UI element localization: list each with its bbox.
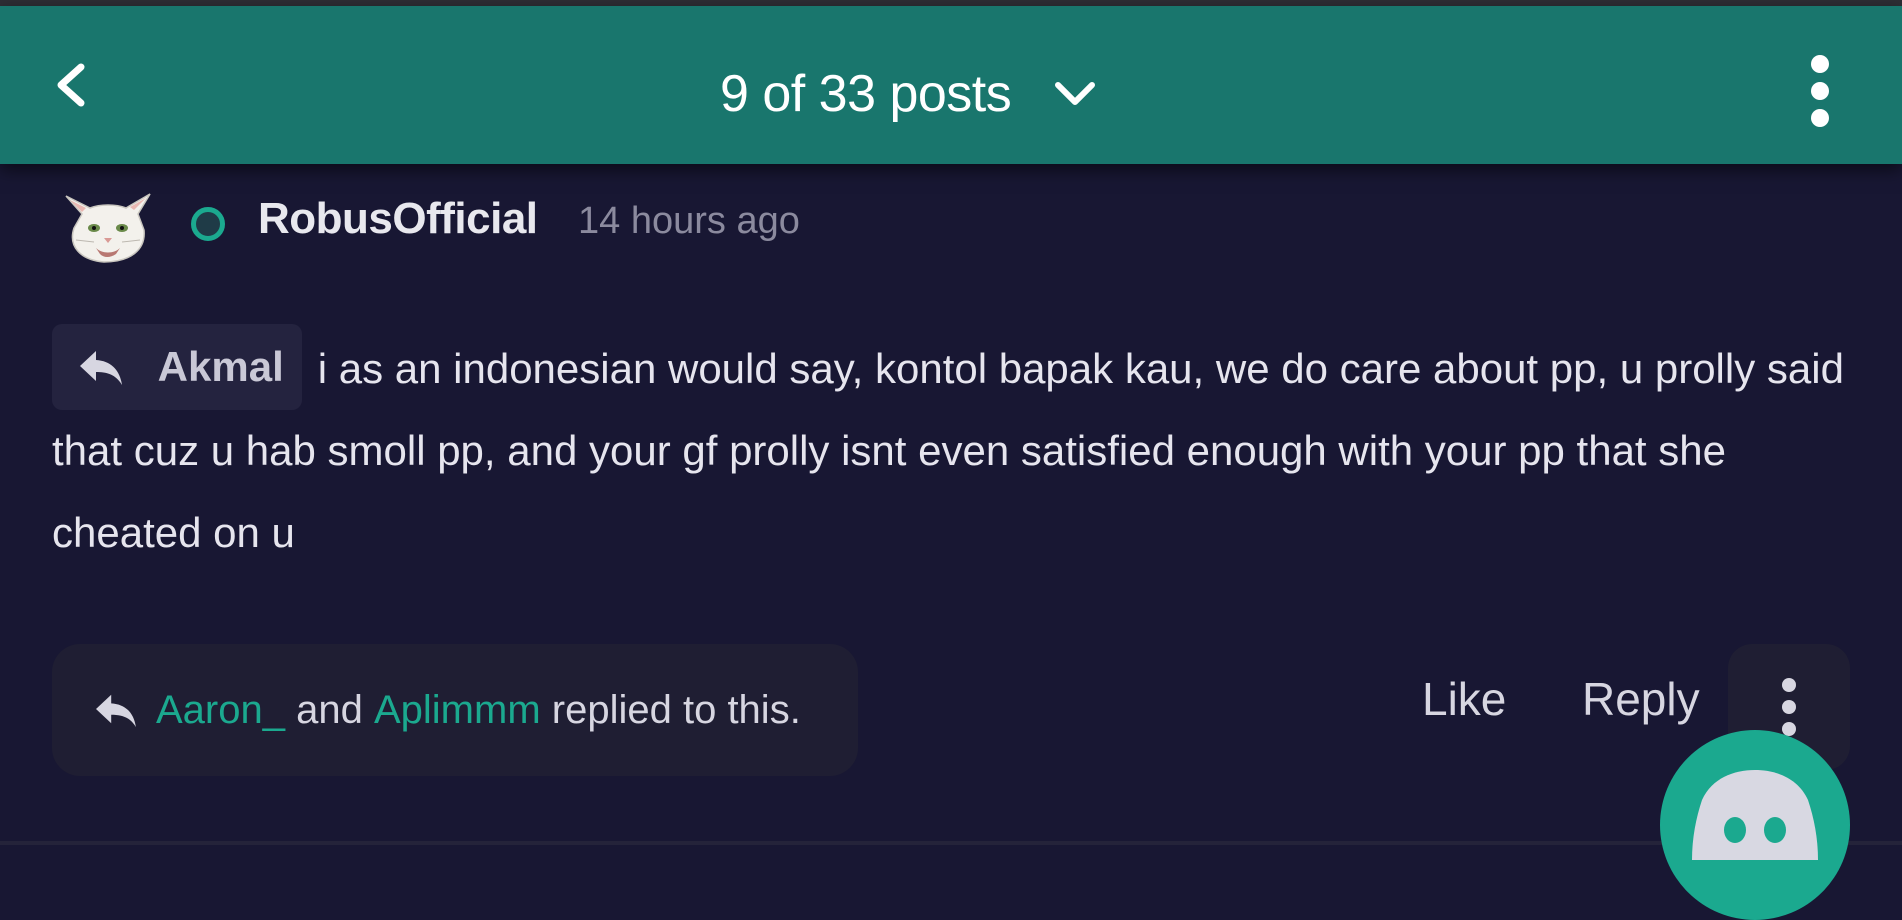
post-divider (0, 841, 1902, 845)
vertical-ellipsis-icon (1811, 55, 1829, 127)
replies-summary[interactable]: Aaron_ and Aplimmm replied to this. (52, 644, 858, 776)
post-position-title: 9 of 33 posts (720, 65, 1012, 123)
discord-button[interactable] (1660, 730, 1850, 920)
reply-to-chip[interactable]: Akmal (52, 324, 302, 410)
reply-arrow-icon (96, 694, 136, 728)
replies-suffix: replied to this. (551, 687, 801, 732)
chevron-down-icon (1053, 79, 1097, 109)
back-button[interactable] (40, 50, 100, 120)
replier-link[interactable]: Aaron_ (156, 688, 285, 733)
avatar[interactable] (60, 188, 154, 264)
post-navigator-dropdown[interactable]: 9 of 33 posts (720, 44, 1097, 144)
reply-to-username: Akmal (157, 343, 284, 390)
reply-button[interactable]: Reply (1582, 672, 1700, 726)
post-timestamp[interactable]: 14 hours ago (578, 200, 800, 243)
discord-icon (1692, 770, 1818, 860)
replier-link[interactable]: Aplimmm (374, 688, 541, 733)
topic-header: 9 of 33 posts (0, 6, 1902, 164)
like-button[interactable]: Like (1422, 672, 1506, 726)
online-status-icon (191, 207, 225, 241)
vertical-ellipsis-icon (1782, 678, 1796, 736)
reply-arrow-icon (80, 350, 122, 385)
replies-connector: and (296, 687, 363, 732)
chevron-left-icon (57, 63, 85, 107)
post-body: Akmal i as an indonesian would say, kont… (52, 324, 1852, 574)
post-header: RobusOfficial 14 hours ago (60, 184, 1060, 264)
white-cat-avatar-icon (65, 193, 151, 263)
post-text: i as an indonesian would say, kontol bap… (52, 345, 1844, 556)
header-more-button[interactable] (1790, 46, 1850, 136)
post-author-name[interactable]: RobusOfficial (258, 194, 538, 244)
